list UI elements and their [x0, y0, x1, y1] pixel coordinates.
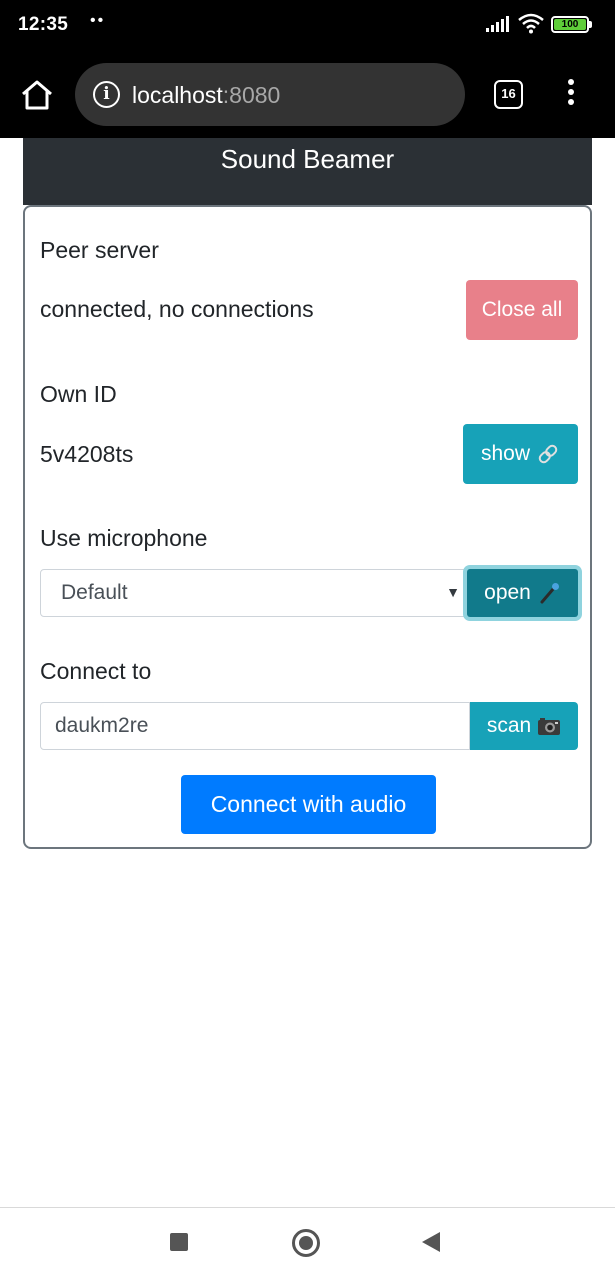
show-label: show — [480, 442, 531, 465]
connect-to-label: Connect to — [40, 658, 152, 684]
system-nav-bar — [0, 1207, 615, 1280]
open-label: open — [484, 581, 531, 604]
status-time: 12:35 — [18, 14, 69, 35]
wifi-icon — [518, 13, 544, 34]
own-id-label: Own ID — [40, 381, 117, 407]
back-icon[interactable] — [422, 1232, 440, 1252]
browser-toolbar: i localhost:8080 16 — [0, 52, 615, 138]
microphone-label: Use microphone — [40, 525, 208, 551]
show-id-button[interactable]: show — [463, 424, 578, 484]
info-icon[interactable]: i — [93, 81, 120, 108]
peer-server-label: Peer server — [40, 237, 159, 263]
camera-icon — [538, 718, 561, 735]
control-card: Peer server connected, no connections Cl… — [23, 205, 592, 849]
url-host: localhost — [132, 82, 223, 108]
page-title: Sound Beamer — [23, 138, 592, 205]
recent-apps-icon[interactable] — [170, 1233, 188, 1251]
address-bar[interactable]: i localhost:8080 — [75, 63, 465, 126]
close-all-label: Close all — [481, 298, 563, 321]
battery-tip — [589, 21, 592, 28]
peer-id-input[interactable]: daukm2re — [40, 702, 470, 750]
url-text[interactable]: localhost:8080 — [132, 81, 280, 109]
peer-id-value: daukm2re — [55, 714, 149, 737]
connect-with-audio-label: Connect with audio — [210, 791, 407, 817]
connect-with-audio-button[interactable]: Connect with audio — [181, 775, 436, 834]
link-icon — [538, 444, 558, 464]
battery-level: 100 — [554, 19, 586, 30]
microphone-selected: Default — [61, 581, 128, 604]
scan-button[interactable]: scan — [470, 702, 578, 750]
peer-server-status: connected, no connections — [40, 296, 314, 322]
battery-icon: 100 — [551, 16, 589, 33]
url-port: :8080 — [222, 82, 281, 108]
own-id-value: 5v4208ts — [40, 441, 134, 467]
tabs-icon[interactable]: 16 — [494, 80, 523, 109]
scan-label: scan — [486, 714, 532, 737]
notification-dots: •• — [90, 12, 106, 29]
open-microphone-button[interactable]: open — [467, 569, 578, 617]
home-icon[interactable] — [20, 79, 54, 111]
microphone-icon — [540, 583, 559, 604]
microphone-select[interactable]: Default ▼ — [40, 569, 465, 617]
status-bar: 12:35 •• 100 — [0, 0, 615, 52]
signal-icon — [486, 16, 509, 32]
home-circle-icon[interactable] — [292, 1229, 320, 1257]
chevron-down-icon: ▼ — [446, 584, 460, 600]
menu-icon[interactable] — [560, 79, 582, 111]
close-all-button[interactable]: Close all — [466, 280, 578, 340]
